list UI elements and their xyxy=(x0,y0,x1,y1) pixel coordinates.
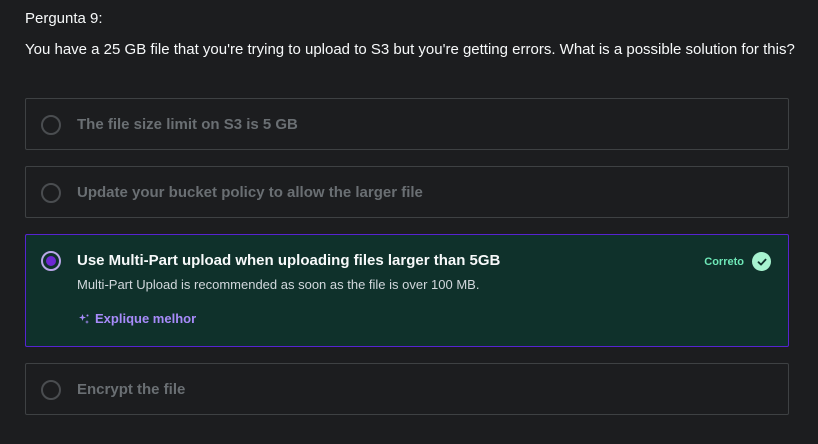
answer-explanation: Multi-Part Upload is recommended as soon… xyxy=(77,277,480,292)
answer-option-label: Use Multi-Part upload when uploading fil… xyxy=(77,252,501,269)
radio-button-selected[interactable] xyxy=(41,251,61,271)
answer-option-1[interactable]: The file size limit on S3 is 5 GB xyxy=(25,98,789,150)
explain-more-link[interactable]: Explique melhor xyxy=(78,310,196,328)
answer-option-label: The file size limit on S3 is 5 GB xyxy=(77,116,298,133)
radio-selected-dot xyxy=(46,256,56,266)
answer-option-label: Encrypt the file xyxy=(77,381,186,398)
answer-option-label: Update your bucket policy to allow the l… xyxy=(77,184,423,201)
correct-badge: Correto xyxy=(704,252,771,271)
answer-option-3-selected[interactable]: Use Multi-Part upload when uploading fil… xyxy=(25,234,789,347)
question-text: You have a 25 GB file that you're trying… xyxy=(25,41,795,58)
radio-button[interactable] xyxy=(41,380,61,400)
correct-label: Correto xyxy=(704,255,744,268)
check-circle-icon xyxy=(752,252,771,271)
question-number: Pergunta 9: xyxy=(25,10,103,27)
answer-option-2[interactable]: Update your bucket policy to allow the l… xyxy=(25,166,789,218)
answer-option-4[interactable]: Encrypt the file xyxy=(25,363,789,415)
radio-button[interactable] xyxy=(41,115,61,135)
sparkle-icon xyxy=(78,313,90,325)
radio-button[interactable] xyxy=(41,183,61,203)
explain-more-label: Explique melhor xyxy=(95,311,197,326)
